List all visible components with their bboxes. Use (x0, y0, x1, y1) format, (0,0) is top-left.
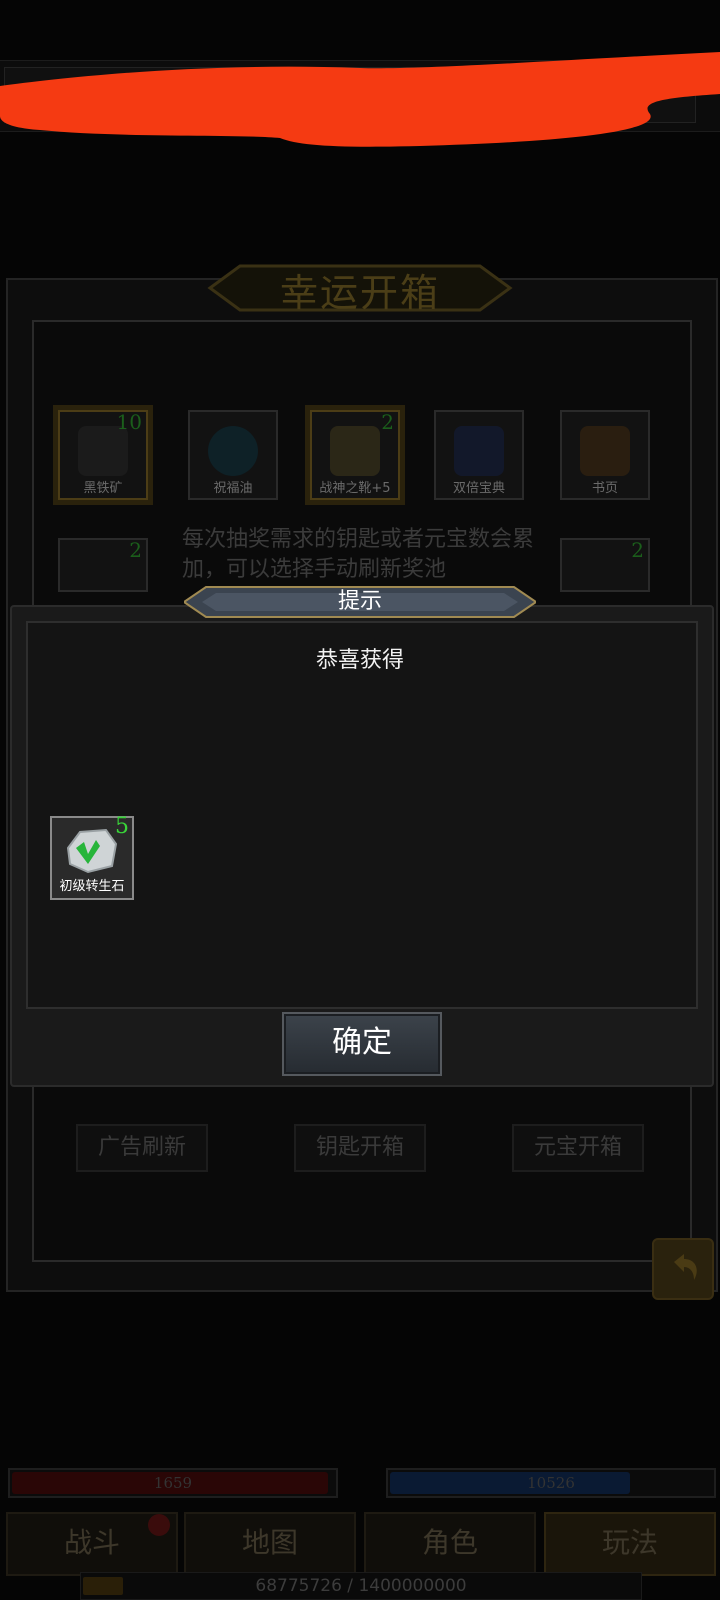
mp-bar: 10526 (386, 1468, 716, 1498)
book-icon (454, 426, 504, 476)
confirm-button[interactable]: 确定 (282, 1012, 442, 1076)
ad-refresh-button[interactable]: 广告刷新 (76, 1124, 208, 1172)
dialog-title: 提示 (337, 589, 382, 614)
panel-title: 幸运开箱 (279, 271, 440, 315)
back-icon[interactable] (652, 1238, 714, 1300)
notification-dot (148, 1514, 170, 1536)
key-open-button[interactable]: 钥匙开箱 (294, 1124, 426, 1172)
dialog-subtitle: 恭喜获得 (315, 648, 404, 673)
potion-icon (208, 426, 258, 476)
item-slot-oil[interactable]: 祝福油 (188, 410, 278, 500)
boots-icon (330, 426, 380, 476)
exp-bar: 68775726 / 1400000000 (80, 1572, 642, 1600)
item-slot-book[interactable]: 双倍宝典 (434, 410, 524, 500)
tab-map[interactable]: 地图 (184, 1512, 356, 1576)
rebirth-stone-icon (66, 828, 118, 874)
item-slot-ore[interactable]: 10 黑铁矿 (58, 410, 148, 500)
item-slot-pages[interactable]: 书页 (560, 410, 650, 500)
ingot-open-button[interactable]: 元宝开箱 (512, 1124, 644, 1172)
hp-bar: 1659 (8, 1468, 338, 1498)
item-slot-boots[interactable]: 2 战神之靴+5 (310, 410, 400, 500)
item-slot-helmet[interactable]: 2 (560, 538, 650, 592)
tab-character[interactable]: 角色 (364, 1512, 536, 1576)
pages-icon (580, 426, 630, 476)
item-slot-bracelet[interactable]: 2 (58, 538, 148, 592)
draw-description: 每次抽奖需求的钥匙或者元宝数会累加，可以选择手动刷新奖池 (182, 527, 535, 582)
reward-item-slot[interactable]: 5 初级转生石 (50, 814, 134, 900)
redaction-mark (0, 52, 720, 147)
tab-gameplay[interactable]: 玩法 (544, 1512, 716, 1576)
